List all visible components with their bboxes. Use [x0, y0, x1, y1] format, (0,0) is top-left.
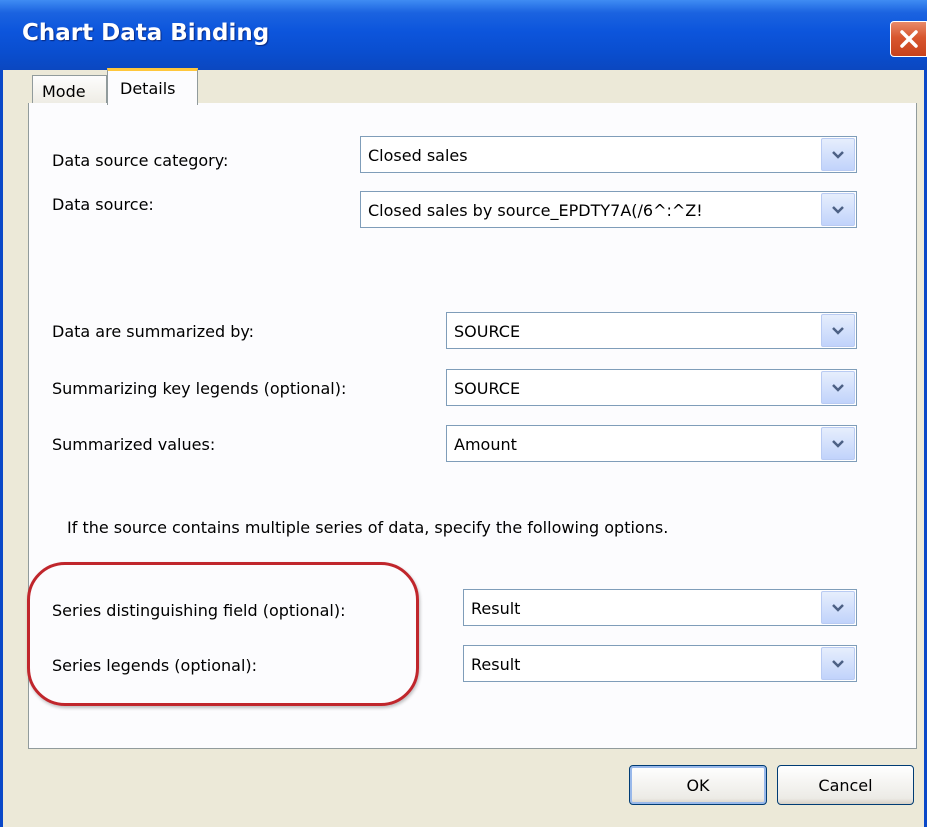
series-distinguishing-field-value: Result: [471, 599, 521, 618]
summarizing-key-legends-value: SOURCE: [454, 379, 521, 398]
multiple-series-note: If the source contains multiple series o…: [67, 518, 669, 537]
data-source-value: Closed sales by source_EPDTY7A(/6^:^Z!: [368, 201, 703, 220]
chevron-down-icon: [832, 659, 844, 668]
summarizing-key-legends-label: Summarizing key legends (optional):: [52, 379, 347, 398]
data-source-category-label: Data source category:: [52, 151, 229, 170]
summarized-values-select[interactable]: Amount: [446, 425, 857, 462]
summarized-values-label: Summarized values:: [52, 435, 216, 454]
cancel-button[interactable]: Cancel: [777, 765, 914, 805]
series-legends-value: Result: [471, 655, 521, 674]
chevron-down-icon: [832, 326, 844, 335]
dialog-window: Chart Data Binding Mode Details Data sou…: [0, 0, 927, 827]
data-source-select[interactable]: Closed sales by source_EPDTY7A(/6^:^Z!: [360, 191, 857, 228]
ok-button[interactable]: OK: [629, 765, 767, 805]
title-bar[interactable]: Chart Data Binding: [0, 0, 927, 70]
close-icon: [899, 30, 918, 48]
tab-mode[interactable]: Mode: [32, 75, 107, 104]
chevron-down-icon: [832, 150, 844, 159]
chevron-down-icon: [832, 205, 844, 214]
summarized-by-dropdown[interactable]: [821, 314, 855, 347]
summarizing-key-legends-select[interactable]: SOURCE: [446, 369, 857, 406]
data-source-dropdown[interactable]: [821, 193, 855, 226]
series-legends-dropdown[interactable]: [821, 647, 855, 680]
chevron-down-icon: [832, 603, 844, 612]
summarized-by-value: SOURCE: [454, 322, 521, 341]
dialog-title: Chart Data Binding: [22, 20, 270, 46]
tab-details[interactable]: Details: [107, 68, 198, 105]
summarized-by-label: Data are summarized by:: [52, 322, 255, 341]
summarized-values-value: Amount: [454, 435, 517, 454]
series-legends-select[interactable]: Result: [463, 645, 857, 682]
highlight-ellipse: [27, 562, 419, 706]
summarizing-key-legends-dropdown[interactable]: [821, 371, 855, 404]
series-distinguishing-field-select[interactable]: Result: [463, 589, 857, 626]
data-source-label: Data source:: [52, 195, 154, 214]
close-button[interactable]: [890, 21, 927, 57]
summarized-by-select[interactable]: SOURCE: [446, 312, 857, 349]
data-source-category-dropdown[interactable]: [821, 138, 855, 171]
chevron-down-icon: [832, 383, 844, 392]
series-distinguishing-field-dropdown[interactable]: [821, 591, 855, 624]
data-source-category-value: Closed sales: [368, 146, 468, 165]
data-source-category-select[interactable]: Closed sales: [360, 136, 857, 173]
summarized-values-dropdown[interactable]: [821, 427, 855, 460]
chevron-down-icon: [832, 439, 844, 448]
